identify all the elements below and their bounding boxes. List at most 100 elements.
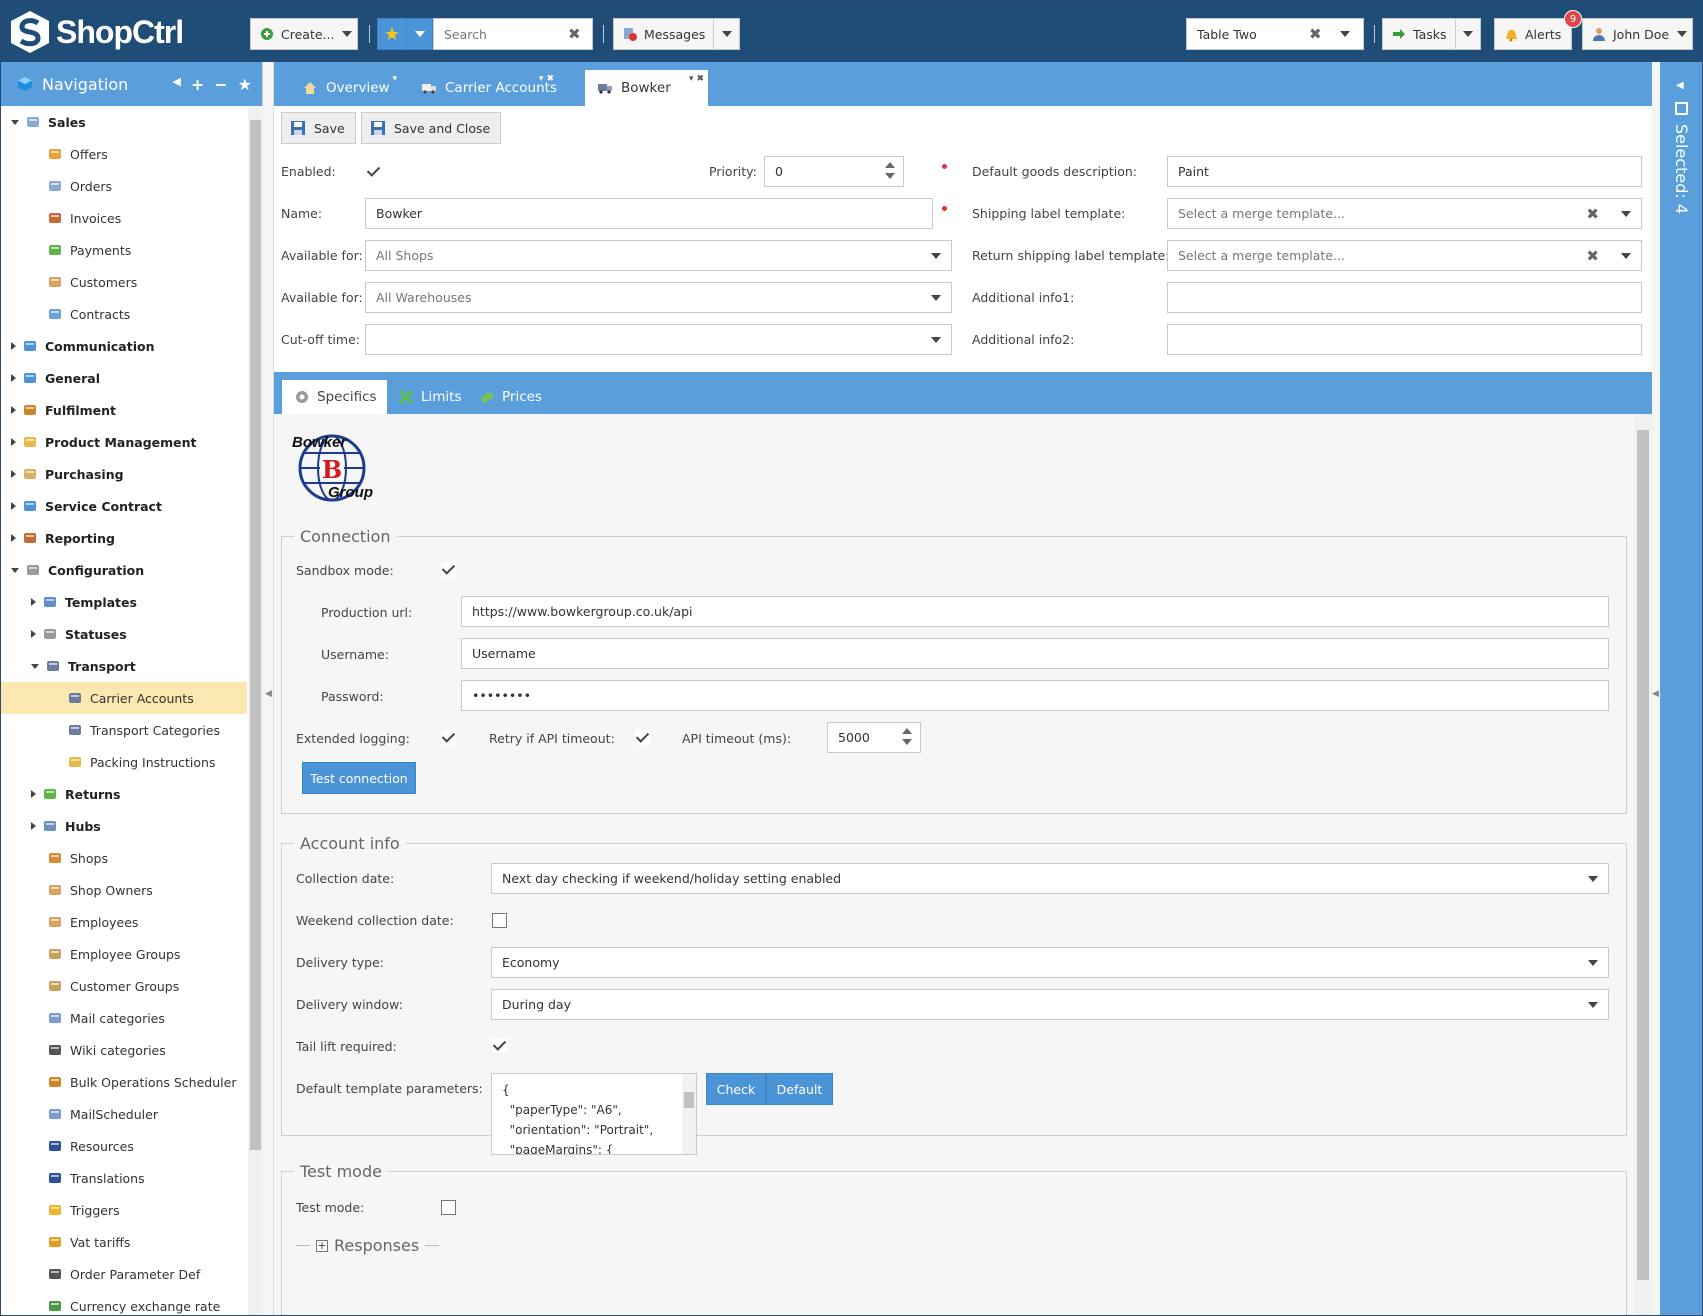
sidebar-item-wiki-categories[interactable]: Wiki categories bbox=[1, 1034, 247, 1066]
tasks-dropdown[interactable] bbox=[1454, 19, 1481, 49]
expand-plus-icon[interactable]: + bbox=[316, 1239, 328, 1252]
collapsed-arrow-icon[interactable] bbox=[11, 438, 16, 446]
close-icon[interactable]: ✖ bbox=[546, 74, 554, 84]
weekend-collection-checkbox[interactable] bbox=[492, 913, 507, 928]
sidebar-item-orders[interactable]: Orders bbox=[1, 170, 247, 202]
collapsed-arrow-icon[interactable] bbox=[11, 502, 16, 510]
password-input[interactable]: •••••••• bbox=[461, 680, 1609, 711]
api-timeout-spinner[interactable] bbox=[902, 728, 912, 745]
priority-stepper[interactable]: 0 bbox=[764, 156, 904, 187]
available-shops-select[interactable]: All Shops bbox=[365, 240, 952, 271]
return-template-select[interactable]: Select a merge template... ✖ bbox=[1167, 240, 1642, 271]
sidebar-item-carrier-accounts[interactable]: Carrier Accounts bbox=[1, 682, 247, 714]
sidebar-item-transport[interactable]: Transport bbox=[1, 650, 247, 682]
tab-specifics[interactable]: Specifics bbox=[282, 380, 387, 414]
sidebar-item-product-management[interactable]: Product Management bbox=[1, 426, 247, 458]
selected-panel[interactable]: ◀ Selected: 4 bbox=[1660, 62, 1702, 1315]
default-button[interactable]: Default bbox=[766, 1073, 833, 1105]
tab-menu-icon[interactable]: ▾ bbox=[539, 74, 544, 84]
expand-left-icon[interactable]: ◀ bbox=[1676, 80, 1684, 91]
sidebar-item-currency-exchange-rate[interactable]: Currency exchange rate bbox=[1, 1290, 247, 1315]
tasks-button[interactable]: Tasks bbox=[1382, 18, 1481, 50]
sidebar-item-contracts[interactable]: Contracts bbox=[1, 298, 247, 330]
goods-description-input[interactable]: Paint bbox=[1167, 156, 1642, 187]
tab-menu-icon[interactable]: ▾ bbox=[689, 74, 694, 84]
sidebar-item-mail-categories[interactable]: Mail categories bbox=[1, 1002, 247, 1034]
tab-limits[interactable]: Limits bbox=[386, 380, 462, 414]
clear-table-icon[interactable]: ✖ bbox=[1309, 25, 1322, 43]
test-mode-checkbox[interactable] bbox=[441, 1200, 456, 1215]
expanded-arrow-icon[interactable] bbox=[11, 119, 19, 125]
collapse-left-icon[interactable]: ◀ bbox=[172, 75, 180, 94]
collapsed-arrow-icon[interactable] bbox=[31, 598, 36, 606]
collapsed-arrow-icon[interactable] bbox=[31, 822, 36, 830]
username-input[interactable]: Username bbox=[461, 638, 1609, 669]
search-box[interactable]: ✖ bbox=[433, 18, 593, 50]
sidebar-item-configuration[interactable]: Configuration bbox=[1, 554, 247, 586]
collapse-all-icon[interactable]: − bbox=[214, 75, 227, 94]
sidebar-item-triggers[interactable]: Triggers bbox=[1, 1194, 247, 1226]
template-params-textarea[interactable]: { "paperType": "A6", "orientation": "Por… bbox=[491, 1073, 697, 1155]
sidebar-item-customer-groups[interactable]: Customer Groups bbox=[1, 970, 247, 1002]
tab-bowker[interactable]: Bowker ▾ ✖ bbox=[585, 70, 708, 106]
sidebar-item-vat-tariffs[interactable]: Vat tariffs bbox=[1, 1226, 247, 1258]
expanded-arrow-icon[interactable] bbox=[11, 567, 19, 573]
close-icon[interactable]: ✖ bbox=[696, 74, 704, 84]
sidebar-item-packing-instructions[interactable]: Packing Instructions bbox=[1, 746, 247, 778]
table-select[interactable]: Table Two ✖ bbox=[1186, 18, 1364, 50]
save-button[interactable]: Save bbox=[281, 112, 356, 144]
sidebar-item-shops[interactable]: Shops bbox=[1, 842, 247, 874]
priority-spinner[interactable] bbox=[885, 162, 895, 179]
sidebar-item-bulk-operations-scheduler[interactable]: Bulk Operations Scheduler bbox=[1, 1066, 247, 1098]
test-connection-button[interactable]: Test connection bbox=[302, 762, 416, 794]
tab-prices[interactable]: Prices bbox=[467, 380, 542, 414]
name-input[interactable]: Bowker bbox=[365, 198, 933, 229]
production-url-input[interactable]: https://www.bowkergroup.co.uk/api bbox=[461, 596, 1609, 627]
messages-dropdown[interactable] bbox=[713, 19, 739, 49]
create-button[interactable]: Create... bbox=[250, 18, 358, 50]
collapsed-arrow-icon[interactable] bbox=[11, 374, 16, 382]
expand-all-icon[interactable]: + bbox=[191, 75, 204, 94]
additional-info2-input[interactable] bbox=[1167, 324, 1642, 355]
tail-lift-checkbox[interactable] bbox=[492, 1038, 507, 1053]
sidebar-item-employees[interactable]: Employees bbox=[1, 906, 247, 938]
extended-logging-checkbox[interactable] bbox=[441, 730, 456, 745]
collapsed-arrow-icon[interactable] bbox=[11, 470, 16, 478]
sidebar-item-general[interactable]: General bbox=[1, 362, 247, 394]
sidebar-splitter[interactable]: ◀ bbox=[263, 62, 274, 1315]
sidebar-item-statuses[interactable]: Statuses bbox=[1, 618, 247, 650]
collapsed-arrow-icon[interactable] bbox=[31, 630, 36, 638]
collection-date-select[interactable]: Next day checking if weekend/holiday set… bbox=[491, 863, 1609, 894]
sidebar-item-payments[interactable]: Payments bbox=[1, 234, 247, 266]
check-button[interactable]: Check bbox=[706, 1073, 766, 1105]
sidebar-item-communication[interactable]: Communication bbox=[1, 330, 247, 362]
sidebar-item-invoices[interactable]: Invoices bbox=[1, 202, 247, 234]
clear-search-icon[interactable]: ✖ bbox=[568, 25, 581, 43]
sidebar-item-transport-categories[interactable]: Transport Categories bbox=[1, 714, 247, 746]
favorites-button[interactable]: ★ bbox=[377, 18, 433, 50]
collapsed-arrow-icon[interactable] bbox=[11, 406, 16, 414]
tab-overview[interactable]: Overview ▾ bbox=[282, 70, 401, 106]
favorites-dropdown[interactable] bbox=[406, 19, 432, 49]
responses-section[interactable]: + Responses bbox=[296, 1236, 440, 1255]
additional-info1-input[interactable] bbox=[1167, 282, 1642, 313]
scrollbar-thumb[interactable] bbox=[1637, 430, 1649, 1280]
sidebar-item-purchasing[interactable]: Purchasing bbox=[1, 458, 247, 490]
sidebar-item-hubs[interactable]: Hubs bbox=[1, 810, 247, 842]
textarea-scrollbar[interactable] bbox=[682, 1074, 696, 1154]
sidebar-item-fulfilment[interactable]: Fulfilment bbox=[1, 394, 247, 426]
sidebar-item-shop-owners[interactable]: Shop Owners bbox=[1, 874, 247, 906]
save-and-close-button[interactable]: Save and Close bbox=[361, 112, 502, 144]
collapsed-arrow-icon[interactable] bbox=[11, 534, 16, 542]
available-warehouses-select[interactable]: All Warehouses bbox=[365, 282, 952, 313]
sidebar-item-translations[interactable]: Translations bbox=[1, 1162, 247, 1194]
specifics-scrollbar[interactable] bbox=[1634, 414, 1652, 1315]
sidebar-item-resources[interactable]: Resources bbox=[1, 1130, 247, 1162]
sidebar-item-mailscheduler[interactable]: MailScheduler bbox=[1, 1098, 247, 1130]
search-input[interactable] bbox=[444, 26, 568, 42]
shipping-template-select[interactable]: Select a merge template... ✖ bbox=[1167, 198, 1642, 229]
favorites-star-icon[interactable]: ★ bbox=[238, 75, 252, 94]
api-timeout-stepper[interactable]: 5000 bbox=[827, 722, 921, 753]
app-logo[interactable]: ShopCtrl bbox=[10, 10, 184, 54]
navigation-scrollbar[interactable] bbox=[248, 106, 263, 1315]
